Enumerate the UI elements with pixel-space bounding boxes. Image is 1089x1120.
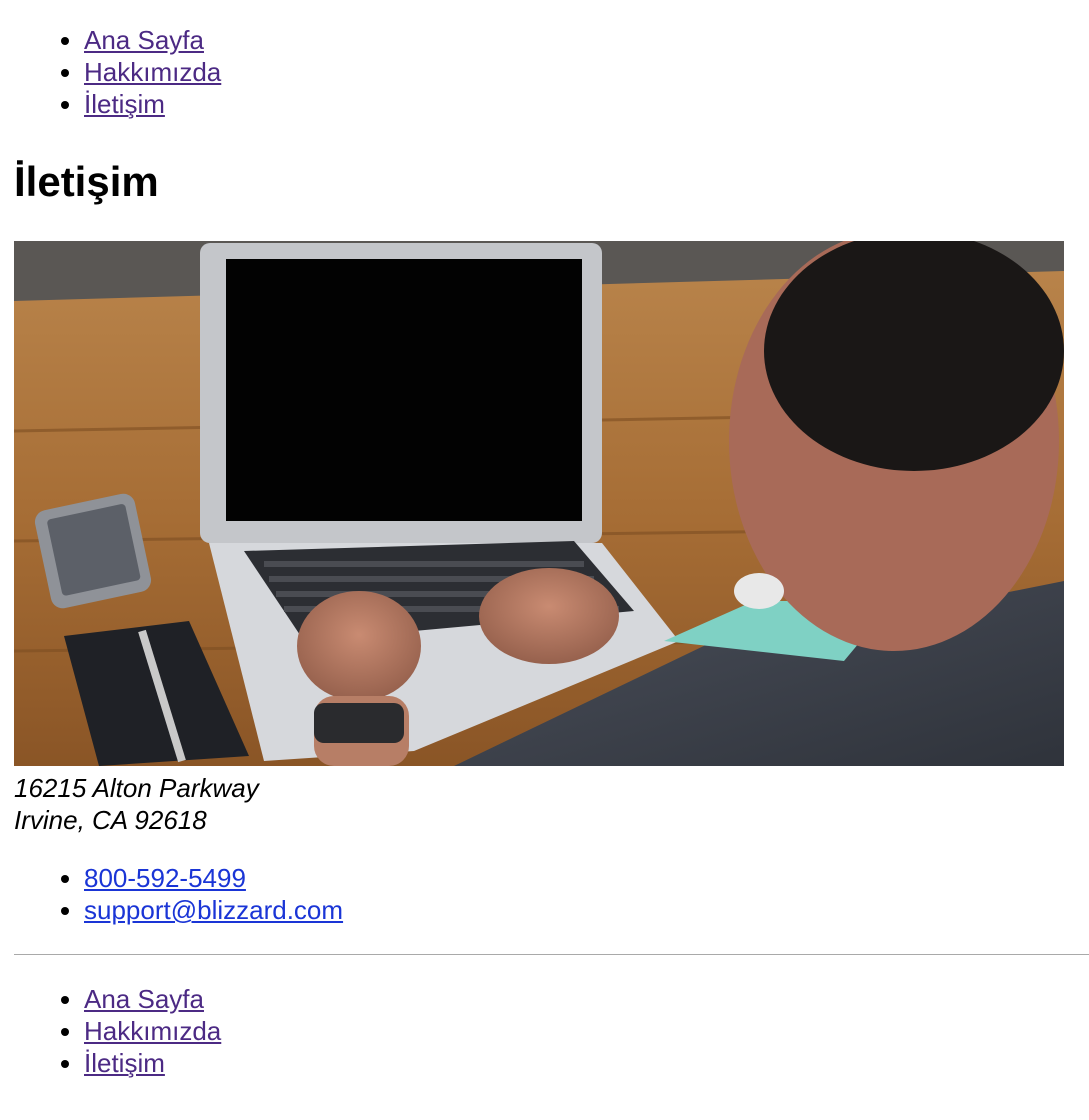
- nav-item: Hakkımızda: [84, 56, 1089, 88]
- address-line-2: Irvine, CA 92618: [14, 805, 207, 835]
- list-item: 800-592-5499: [84, 862, 1089, 894]
- nav-item: İletişim: [84, 1047, 1089, 1079]
- laptop-photo: [14, 241, 1064, 766]
- page: Ana Sayfa Hakkımızda İletişim İletişim: [0, 0, 1089, 1079]
- footer-link-about[interactable]: Hakkımızda: [84, 1016, 221, 1046]
- bottom-nav: Ana Sayfa Hakkımızda İletişim: [14, 955, 1089, 1079]
- nav-item: Ana Sayfa: [84, 983, 1089, 1015]
- email-link[interactable]: support@blizzard.com: [84, 895, 343, 925]
- page-title: İletişim: [14, 158, 159, 205]
- footer-link-home[interactable]: Ana Sayfa: [84, 984, 204, 1014]
- nav-item: İletişim: [84, 88, 1089, 120]
- address: 16215 Alton Parkway Irvine, CA 92618: [14, 772, 1089, 836]
- contact-list: 800-592-5499 support@blizzard.com: [14, 836, 1089, 926]
- nav-item: Hakkımızda: [84, 1015, 1089, 1047]
- nav-link-about[interactable]: Hakkımızda: [84, 57, 221, 87]
- nav-link-home[interactable]: Ana Sayfa: [84, 25, 204, 55]
- address-line-1: 16215 Alton Parkway: [14, 773, 259, 803]
- nav-link-contact[interactable]: İletişim: [84, 89, 165, 119]
- list-item: support@blizzard.com: [84, 894, 1089, 926]
- nav-item: Ana Sayfa: [84, 24, 1089, 56]
- footer-link-contact[interactable]: İletişim: [84, 1048, 165, 1078]
- phone-icon: [34, 493, 152, 609]
- phone-link[interactable]: 800-592-5499: [84, 863, 246, 893]
- top-nav: Ana Sayfa Hakkımızda İletişim: [14, 0, 1089, 120]
